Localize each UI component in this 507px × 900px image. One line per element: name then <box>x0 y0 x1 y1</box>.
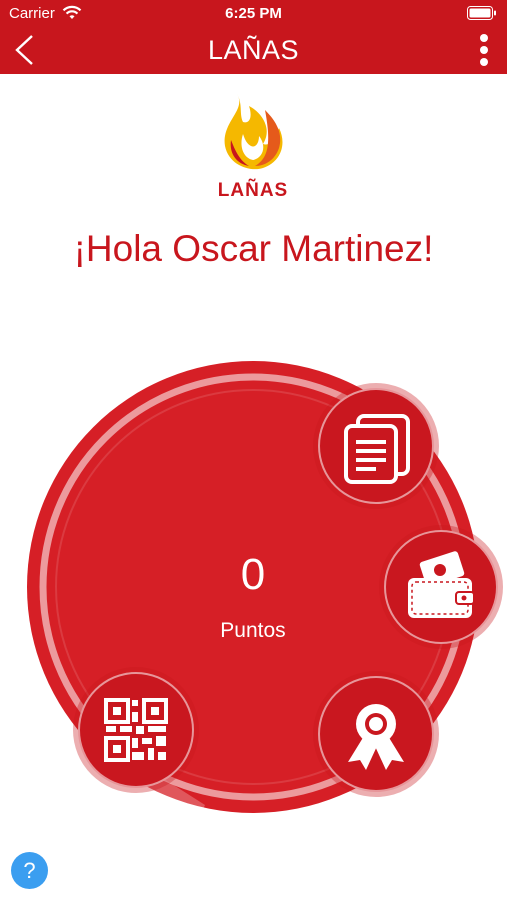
nav-title: LAÑAS <box>207 35 300 65</box>
qr-code-button[interactable] <box>78 672 194 788</box>
award-ribbon-icon <box>348 704 404 770</box>
points-label: Puntos <box>220 619 286 642</box>
wallet-icon <box>408 551 475 618</box>
points-value: 0 <box>240 550 266 599</box>
status-bar: Carrier 6:25 PM <box>0 0 507 26</box>
greeting-heading: ¡Hola Oscar Martinez! <box>73 228 434 269</box>
wallet-button[interactable] <box>384 530 498 644</box>
brand-logo: LAÑAS <box>203 88 303 204</box>
logo-brand-text: LAÑAS <box>217 180 289 201</box>
documents-icon <box>344 414 410 484</box>
help-button[interactable]: ? <box>11 852 48 889</box>
rewards-button[interactable] <box>318 676 434 792</box>
documents-button[interactable] <box>318 388 434 504</box>
status-time: 6:25 PM <box>225 5 282 22</box>
qr-code-icon <box>104 698 168 762</box>
flame-logo-icon <box>224 94 283 170</box>
nav-bar: LAÑAS <box>0 26 507 74</box>
more-options-button[interactable] <box>475 30 493 70</box>
battery-icon <box>467 6 496 20</box>
